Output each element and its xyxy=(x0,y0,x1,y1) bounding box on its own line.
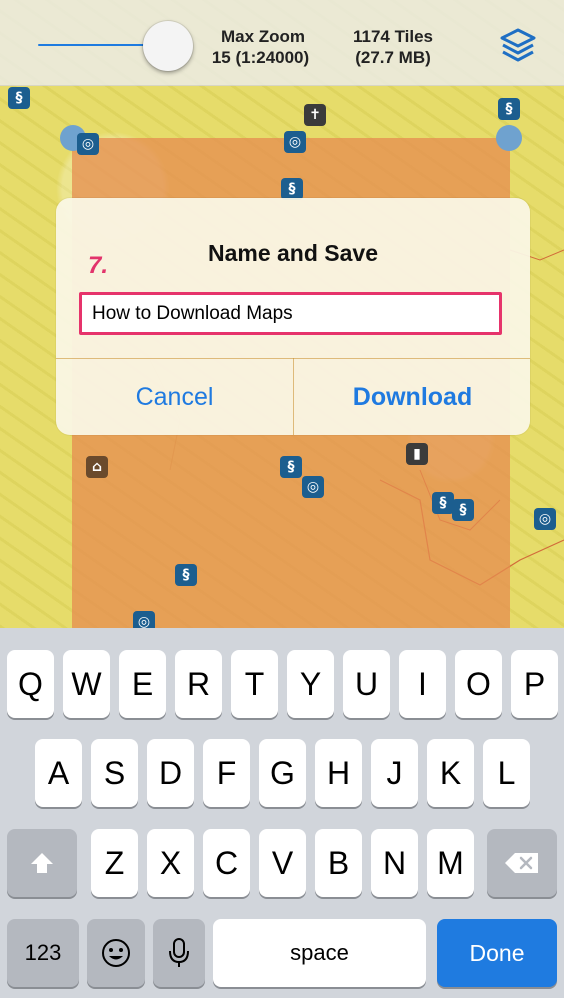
key-l[interactable]: L xyxy=(483,739,530,807)
key-r[interactable]: R xyxy=(175,650,222,718)
numbers-key[interactable]: 123 xyxy=(7,919,79,987)
map-marker[interactable]: § xyxy=(281,178,303,200)
map-marker[interactable]: ◎ xyxy=(133,611,155,628)
max-zoom-label: Max Zoom xyxy=(220,27,306,46)
key-d[interactable]: D xyxy=(147,739,194,807)
map-marker[interactable]: § xyxy=(280,456,302,478)
key-s[interactable]: S xyxy=(91,739,138,807)
key-u[interactable]: U xyxy=(343,650,390,718)
map-marker[interactable]: § xyxy=(432,492,454,514)
shift-key[interactable] xyxy=(7,829,77,897)
map-marker[interactable]: § xyxy=(498,98,520,120)
key-p[interactable]: P xyxy=(511,650,558,718)
name-and-save-dialog: Name and Save 7. Cancel Download xyxy=(56,198,530,435)
download-size: (27.7 MB) xyxy=(355,48,431,67)
zoom-slider-thumb[interactable] xyxy=(143,21,193,71)
key-q[interactable]: Q xyxy=(7,650,54,718)
cemetery-marker[interactable]: ✝ xyxy=(304,104,326,126)
key-o[interactable]: O xyxy=(455,650,502,718)
key-t[interactable]: T xyxy=(231,650,278,718)
map-marker[interactable]: ◎ xyxy=(77,133,99,155)
key-y[interactable]: Y xyxy=(287,650,334,718)
space-key[interactable]: space xyxy=(213,919,426,987)
step-number-annotation: 7. xyxy=(88,252,109,279)
zoom-slider-track[interactable] xyxy=(38,44,160,46)
done-key[interactable]: Done xyxy=(437,919,557,987)
map-marker[interactable]: § xyxy=(452,499,474,521)
map-marker[interactable]: ◎ xyxy=(284,131,306,153)
key-g[interactable]: G xyxy=(259,739,306,807)
shift-icon xyxy=(31,853,53,873)
onscreen-keyboard: Q W E R T Y U I O P A S D F G H J K L Z … xyxy=(0,628,564,998)
max-zoom-value: 15 (1:24000) xyxy=(211,48,310,67)
map-marker[interactable]: § xyxy=(175,564,197,586)
key-f[interactable]: F xyxy=(203,739,250,807)
map-name-input[interactable] xyxy=(79,292,502,335)
map-marker[interactable]: § xyxy=(8,87,30,109)
microphone-key[interactable] xyxy=(153,919,205,987)
key-k[interactable]: K xyxy=(427,739,474,807)
key-x[interactable]: X xyxy=(147,829,194,897)
map-marker[interactable]: ◎ xyxy=(534,508,556,530)
layers-icon[interactable] xyxy=(496,24,540,68)
region-corner-handle[interactable] xyxy=(496,125,522,151)
key-h[interactable]: H xyxy=(315,739,362,807)
key-b[interactable]: B xyxy=(315,829,362,897)
key-v[interactable]: V xyxy=(259,829,306,897)
emoji-icon xyxy=(102,939,130,967)
map-marker[interactable]: ◎ xyxy=(302,476,324,498)
top-toolbar: Max Zoom 15 (1:24000) 1174 Tiles (27.7 M… xyxy=(0,0,564,86)
key-z[interactable]: Z xyxy=(91,829,138,897)
building-marker[interactable]: ⌂ xyxy=(86,456,108,478)
microphone-icon xyxy=(169,938,189,967)
tile-count: 1174 Tiles xyxy=(352,27,434,46)
key-c[interactable]: C xyxy=(203,829,250,897)
key-j[interactable]: J xyxy=(371,739,418,807)
document-marker[interactable]: ▮ xyxy=(406,443,428,465)
key-w[interactable]: W xyxy=(63,650,110,718)
key-n[interactable]: N xyxy=(371,829,418,897)
download-button[interactable]: Download xyxy=(294,359,531,435)
delete-icon xyxy=(505,853,538,873)
emoji-key[interactable] xyxy=(87,919,145,987)
key-m[interactable]: M xyxy=(427,829,474,897)
delete-key[interactable] xyxy=(487,829,557,897)
cancel-button[interactable]: Cancel xyxy=(56,359,293,435)
key-e[interactable]: E xyxy=(119,650,166,718)
key-i[interactable]: I xyxy=(399,650,446,718)
key-a[interactable]: A xyxy=(35,739,82,807)
dialog-title: Name and Save xyxy=(207,240,379,266)
